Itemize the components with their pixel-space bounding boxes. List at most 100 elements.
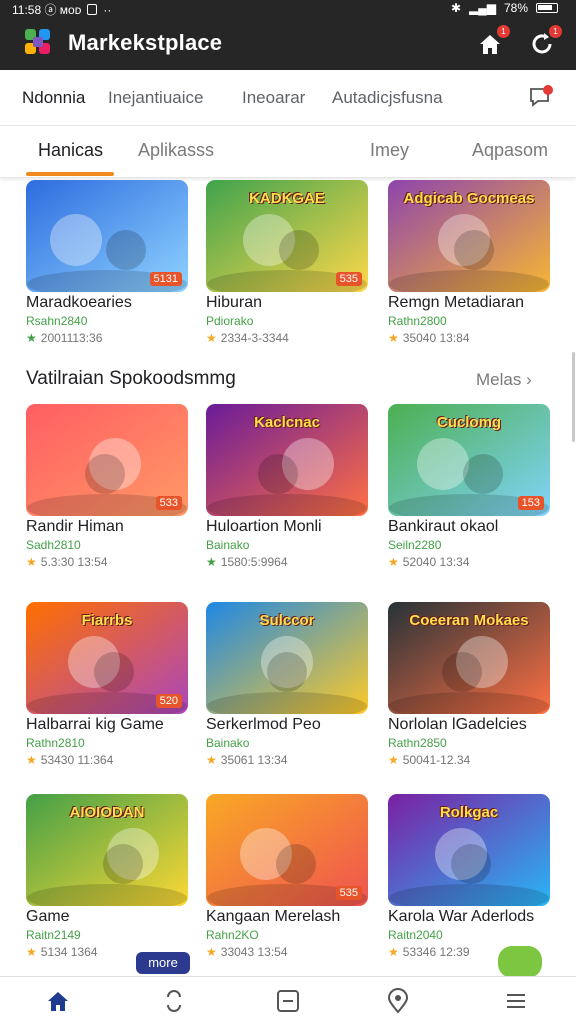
app-developer: Bainako — [206, 538, 250, 552]
app-bar: Markekstplace 1 1 — [0, 16, 576, 70]
app-developer: Seiln2280 — [388, 538, 442, 552]
app-name: Halbarrai kig Game — [26, 716, 164, 733]
message-button[interactable] — [528, 84, 554, 110]
home-button[interactable]: 1 — [474, 25, 510, 60]
section-more-link[interactable]: Melas › — [476, 370, 532, 390]
scrollbar[interactable] — [572, 352, 575, 442]
app-card[interactable]: 533 Randir Himan Sadh2810 ★ 5.3:30 13:54 — [26, 404, 188, 574]
app-rating-value: 35061 13:34 — [220, 753, 288, 767]
app-card[interactable]: 535 Kangaan Merelash Rahn2KO ★ 33043 13:54 — [206, 794, 368, 964]
refresh-button[interactable]: 1 — [526, 25, 562, 60]
home-badge: 1 — [497, 25, 510, 38]
thumbnail-title: AIOIODAN — [69, 804, 145, 821]
app-rating-value: 53430 11:364 — [40, 753, 114, 767]
app-thumbnail[interactable]: AIOIODAN — [26, 794, 188, 906]
thumbnail-corner-badge: 535 — [335, 272, 362, 286]
app-rating-value: 33043 13:54 — [220, 945, 288, 959]
app-card[interactable]: Coeeran Mokaes Norlolan lGadelcies Rathn28… — [388, 602, 550, 772]
nav-location[interactable] — [384, 987, 412, 1015]
section-title: Vatilraian Spokoodsmmg — [26, 368, 236, 389]
star-icon: ★ — [26, 753, 37, 767]
tab-aplikasss[interactable]: Aplikasss — [138, 140, 214, 161]
top-link-4[interactable]: Autadicjsfusna — [332, 88, 443, 108]
app-thumbnail[interactable]: 5131 — [26, 180, 188, 292]
bluetooth-icon: ✱ — [450, 1, 461, 15]
thumbnail-title: Fiarrbs — [81, 612, 133, 629]
app-rating-value: 53346 12:39 — [402, 945, 470, 959]
tab-aqpasom[interactable]: Aqpasom — [472, 140, 548, 161]
app-name: Remgn Metadiaran — [388, 294, 525, 311]
app-card[interactable]: Rolkgac Karola War Aderlods Raitn2040 ★ 5334… — [388, 794, 550, 964]
location-icon — [387, 988, 409, 1014]
star-icon: ★ — [206, 753, 217, 767]
star-icon: ★ — [206, 945, 217, 959]
star-icon: ★ — [388, 555, 399, 569]
top-link-1[interactable]: Ndonnia — [22, 88, 85, 108]
notification-icon — [87, 4, 98, 15]
app-rating: ★ 35061 13:34 — [206, 753, 288, 767]
top-link-3[interactable]: Ineoarar — [242, 88, 305, 108]
nav-home[interactable] — [44, 987, 72, 1015]
app-card[interactable]: Adgicab Gocmeas Remgn Metadiaran Rathn2800… — [388, 180, 550, 350]
app-thumbnail[interactable]: 535 — [206, 794, 368, 906]
app-card[interactable]: Sulccor Serkerlmod Peo Bainako ★ 35061 13:34 — [206, 602, 368, 772]
app-name: Kangaan Merelash — [206, 908, 341, 925]
app-name: Karola War Aderlods — [388, 908, 535, 925]
app-card[interactable]: 5131 Maradkoearies Rsahn2840 ★ 2001113:36 — [26, 180, 188, 350]
app-thumbnail[interactable]: Fiarrbs 520 — [26, 602, 188, 714]
app-logo-icon — [25, 29, 50, 54]
home-icon — [48, 992, 68, 1011]
menu-icon — [507, 994, 525, 1008]
app-thumbnail[interactable]: Kaclcnac — [206, 404, 368, 516]
app-card[interactable]: Cuclomg 153 Bankiraut okaol Seiln2280 ★ 52040… — [388, 404, 550, 574]
category-tabs: Hanicas Aplikasss Imey Aqpasom — [0, 126, 576, 178]
thumbnail-corner-badge: 153 — [517, 496, 544, 510]
nav-menu[interactable] — [502, 987, 530, 1015]
app-rating-value: 2334-3-3344 — [220, 331, 289, 345]
star-icon: ★ — [26, 945, 37, 959]
app-name: Randir Himan — [26, 518, 124, 535]
app-rating-value: 52040 13:34 — [402, 555, 470, 569]
app-developer: Bainako — [206, 736, 250, 750]
app-thumbnail[interactable]: Coeeran Mokaes — [388, 602, 550, 714]
app-rating-value: 35040 13:84 — [402, 331, 470, 345]
app-name: Hiburan — [206, 294, 263, 311]
thumbnail-title: Coeeran Mokaes — [409, 612, 529, 629]
app-card[interactable]: KADKGAE 535 Hiburan Pdiorako ★ 2334-3-3344 — [206, 180, 368, 350]
app-rating-value: 50041-12.34 — [402, 753, 471, 767]
top-link-2[interactable]: Inejantiuaice — [108, 88, 203, 108]
signal-icon: ▂▄▆ — [469, 1, 496, 15]
swap-icon — [167, 990, 181, 1012]
app-rating: ★ 5134 1364 — [26, 945, 98, 959]
app-rating-value: 1580:5:9964 — [220, 555, 288, 569]
dots-icon: ·· — [103, 2, 112, 17]
app-developer: Raitn2149 — [26, 928, 81, 942]
app-name: Maradkoearies — [26, 294, 132, 311]
status-bar: 11:58 ⓐ ᴍᴏ⁠ᴅ ·· ✱ ▂▄▆ 78% — [0, 0, 576, 17]
nav-swap[interactable] — [160, 987, 188, 1015]
nav-apps[interactable] — [274, 987, 302, 1015]
app-rating-value: 2001113:36 — [40, 331, 103, 345]
app-card[interactable]: AIOIODAN Game Raitn2149 ★ 5134 1364 — [26, 794, 188, 964]
star-icon: ★ — [388, 945, 399, 959]
tab-imey[interactable]: Imey — [370, 140, 409, 161]
active-tab-indicator — [26, 172, 114, 176]
bottom-nav — [0, 976, 576, 1024]
tab-hanicas[interactable]: Hanicas — [38, 140, 103, 161]
battery-label: 78% — [503, 1, 528, 15]
app-card[interactable]: Fiarrbs 520 Halbarrai kig Game Rathn2810 ★ 53… — [26, 602, 188, 772]
app-thumbnail[interactable]: Adgicab Gocmeas — [388, 180, 550, 292]
app-developer: Pdiorako — [206, 314, 254, 328]
app-thumbnail[interactable]: KADKGAE 535 — [206, 180, 368, 292]
app-thumbnail[interactable]: 533 — [26, 404, 188, 516]
app-developer: Rathn2850 — [388, 736, 447, 750]
battery-icon — [536, 3, 558, 13]
app-thumbnail[interactable]: Rolkgac — [388, 794, 550, 906]
more-chip[interactable]: more — [136, 952, 190, 974]
app-card[interactable]: Kaclcnac Huloartion Monli Bainako ★ 1580:5:9… — [206, 404, 368, 574]
app-thumbnail[interactable]: Cuclomg 153 — [388, 404, 550, 516]
thumbnail-title: Cuclomg — [436, 414, 502, 431]
floating-mascot-button[interactable] — [498, 946, 542, 978]
app-thumbnail[interactable]: Sulccor — [206, 602, 368, 714]
star-icon: ★ — [206, 331, 217, 345]
